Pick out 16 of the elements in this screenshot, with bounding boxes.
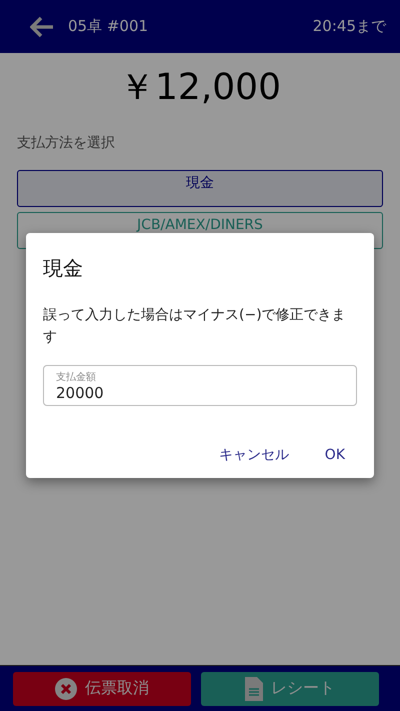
- close-circle-icon: [55, 678, 77, 700]
- document-icon: [245, 676, 263, 700]
- section-label: 支払方法を選択: [17, 134, 116, 152]
- deadline-time: 20:45まで: [312, 17, 386, 36]
- back-arrow-icon[interactable]: [30, 16, 54, 38]
- amount-field[interactable]: 支払金額 20000: [43, 365, 357, 406]
- field-label: 支払金額: [56, 370, 97, 384]
- dialog-title: 現金: [43, 255, 84, 282]
- cancel-button[interactable]: キャンセル: [212, 442, 295, 468]
- table-title: 05卓 #001: [68, 17, 150, 36]
- ok-button[interactable]: OK: [318, 442, 351, 468]
- total-amount: ￥12,000: [118, 66, 282, 110]
- cancel-slip-button[interactable]: 伝票取消: [13, 672, 191, 706]
- dialog-message: 誤って入力した場合はマイナス(−)で修正できます: [43, 306, 347, 347]
- amount-input[interactable]: 20000: [56, 384, 344, 402]
- payment-option[interactable]: 現金: [17, 170, 383, 207]
